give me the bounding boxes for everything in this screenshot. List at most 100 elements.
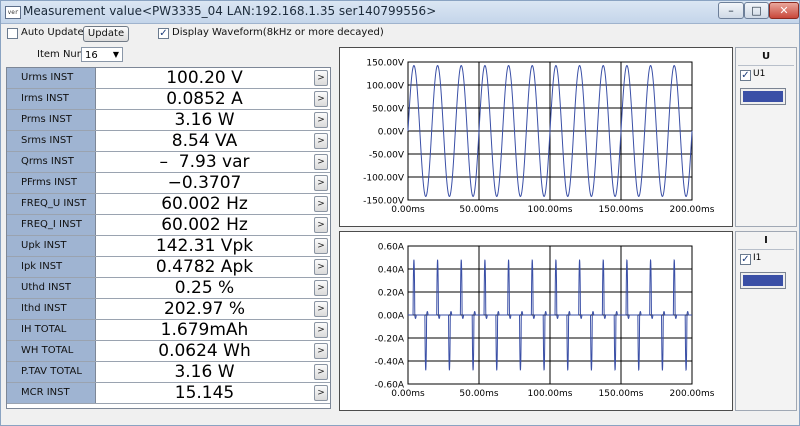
measurement-row: Srms INST 8.54 VA >	[7, 131, 330, 152]
y-tick-label: 0.60A	[378, 243, 405, 253]
row-detail-button[interactable]: >	[314, 70, 328, 86]
x-tick-label: 200.00ms	[670, 205, 715, 215]
current-channel-panel: I ✓ I1	[735, 231, 797, 411]
row-detail-button[interactable]: >	[314, 217, 328, 233]
row-detail-button[interactable]: >	[314, 322, 328, 338]
y-tick-label: -0.20A	[375, 335, 405, 345]
measurement-value: 0.0624 Wh	[158, 341, 251, 361]
u1-color-swatch[interactable]	[740, 88, 786, 105]
row-detail-button[interactable]: >	[314, 238, 328, 254]
measurement-row: WH TOTAL 0.0624 Wh >	[7, 341, 330, 362]
row-detail-button[interactable]: >	[314, 343, 328, 359]
divider	[738, 249, 794, 250]
measurement-row: Uthd INST 0.25 % >	[7, 278, 330, 299]
measurement-label: Prms INST	[7, 110, 96, 130]
measurement-value: 3.16 W	[174, 362, 235, 382]
app-icon: ver	[5, 6, 21, 19]
measurement-label: Srms INST	[7, 131, 96, 151]
measurement-row: Irms INST 0.0852 A >	[7, 89, 330, 110]
row-detail-button[interactable]: >	[314, 112, 328, 128]
u1-color-fill	[743, 91, 783, 102]
measurement-value: 0.0852 A	[166, 89, 243, 109]
measurement-row: Ipk INST 0.4782 Apk >	[7, 257, 330, 278]
measurement-label: P.TAV TOTAL	[7, 362, 96, 382]
voltage-channel-panel: U ✓ U1	[735, 47, 797, 227]
y-tick-label: 150.00V	[366, 59, 404, 69]
measurement-label: Urms INST	[7, 68, 96, 88]
x-tick-label: 50.00ms	[459, 205, 499, 215]
measurement-value: 142.31 Vpk	[155, 236, 254, 256]
measurement-label: Uthd INST	[7, 278, 96, 298]
current-panel-title: I	[764, 235, 768, 246]
measurement-label: Qrms INST	[7, 152, 96, 172]
window-title: Measurement value<PW3335_04 LAN:192.168.…	[23, 4, 437, 18]
measurement-value: 1.679mAh	[160, 320, 249, 340]
row-detail-button[interactable]: >	[314, 385, 328, 401]
voltage-waveform-chart: 150.00V 100.00V 50.00V 0.00V -50.00V -100.00V…	[339, 47, 733, 227]
i1-label: I1	[753, 253, 762, 263]
i1-color-fill	[743, 275, 783, 286]
measurement-window: ver Measurement value<PW3335_04 LAN:192.…	[0, 0, 800, 426]
measurement-value: 15.145	[174, 383, 235, 403]
y-tick-label: 50.00V	[372, 105, 405, 115]
maximize-button[interactable]: □	[744, 2, 769, 19]
auto-update-label: Auto Update	[21, 27, 84, 38]
measurement-label: WH TOTAL	[7, 341, 96, 361]
current-waveform-chart: 0.60A 0.40A 0.20A 0.00A -0.20A -0.40A -0.60A 0.…	[339, 231, 733, 411]
update-button[interactable]: Update	[83, 26, 129, 42]
measurement-label: IH TOTAL	[7, 320, 96, 340]
row-detail-button[interactable]: >	[314, 196, 328, 212]
x-tick-label: 100.00ms	[528, 205, 573, 215]
y-tick-label: 0.20A	[378, 289, 405, 299]
measurement-value: 0.25 %	[174, 278, 235, 298]
y-tick-label: -0.40A	[375, 358, 405, 368]
measurement-value: 8.54 VA	[171, 131, 238, 151]
item-num-label: Item Num	[37, 49, 87, 60]
row-detail-button[interactable]: >	[314, 259, 328, 275]
y-tick-label: -100.00V	[363, 174, 405, 184]
measurement-value: 60.002 Hz	[161, 194, 248, 214]
y-tick-label: 0.00A	[378, 312, 405, 322]
x-tick-label: 150.00ms	[599, 205, 644, 215]
measurement-row: Qrms INST – 7.93 var >	[7, 152, 330, 173]
row-detail-button[interactable]: >	[314, 133, 328, 149]
x-tick-label: 150.00ms	[599, 389, 644, 399]
measurement-value: 0.4782 Apk	[155, 257, 254, 277]
measurement-value: 202.97 %	[163, 299, 246, 319]
y-tick-label: 0.00V	[378, 128, 405, 138]
row-detail-button[interactable]: >	[314, 301, 328, 317]
item-num-select[interactable]: 16 ▼	[81, 47, 123, 62]
measurement-row: Upk INST 142.31 Vpk >	[7, 236, 330, 257]
measurement-label: FREQ_I INST	[7, 215, 96, 235]
measurement-row: P.TAV TOTAL 3.16 W >	[7, 362, 330, 383]
measurement-row: PFrms INST −0.3707 >	[7, 173, 330, 194]
x-tick-label: 50.00ms	[459, 389, 499, 399]
voltage-chart-svg: 150.00V 100.00V 50.00V 0.00V -50.00V -100.00V…	[363, 59, 715, 216]
measurement-row: Urms INST 100.20 V >	[7, 68, 330, 89]
row-detail-button[interactable]: >	[314, 91, 328, 107]
row-detail-button[interactable]: >	[314, 280, 328, 296]
minimize-button[interactable]: –	[718, 2, 744, 19]
measurement-value: 100.20 V	[166, 68, 243, 88]
measurement-label: MCR INST	[7, 383, 96, 403]
measurement-label: Ithd INST	[7, 299, 96, 319]
display-waveform-label: Display Waveform(8kHz or more decayed)	[172, 27, 384, 38]
i1-color-swatch[interactable]	[740, 272, 786, 289]
measurement-row: Ithd INST 202.97 % >	[7, 299, 330, 320]
u1-checkbox[interactable]: ✓	[740, 70, 751, 81]
auto-update-checkbox[interactable]	[7, 28, 18, 39]
y-tick-label: 100.00V	[366, 82, 404, 92]
item-num-value: 16	[85, 50, 98, 61]
row-detail-button[interactable]: >	[314, 364, 328, 380]
measurement-value: −0.3707	[167, 173, 242, 193]
chevron-down-icon: ▼	[112, 50, 119, 59]
measurement-table: Urms INST 100.20 V > Irms INST 0.0852 A > Prms…	[6, 67, 331, 409]
row-detail-button[interactable]: >	[314, 154, 328, 170]
i1-checkbox[interactable]: ✓	[740, 254, 751, 265]
close-button[interactable]: ✕	[769, 2, 799, 19]
display-waveform-checkbox[interactable]: ✓	[158, 28, 169, 39]
measurement-label: PFrms INST	[7, 173, 96, 193]
y-tick-label: 0.40A	[378, 266, 405, 276]
row-detail-button[interactable]: >	[314, 175, 328, 191]
title-bar[interactable]: ver Measurement value<PW3335_04 LAN:192.…	[1, 1, 799, 24]
